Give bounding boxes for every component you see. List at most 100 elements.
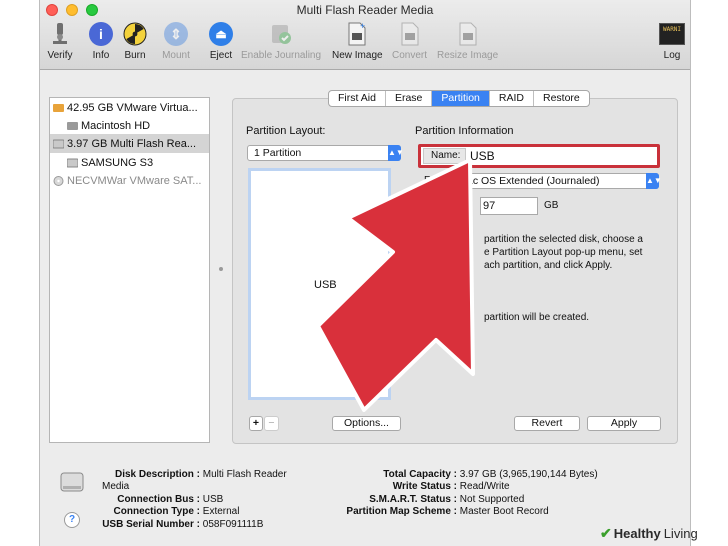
new-image-button[interactable]: + New Image	[332, 20, 383, 61]
name-field-label: Name:	[423, 148, 466, 164]
resize-image-button[interactable]: Resize Image	[437, 20, 498, 61]
resize-image-icon	[454, 20, 482, 48]
volume-icon	[67, 121, 78, 130]
chevron-updown-icon: ▲▼	[388, 145, 404, 161]
tab-first-aid[interactable]: First Aid	[329, 91, 386, 106]
healthy-living-logo: ✔ Healthy Living	[600, 525, 698, 542]
svg-text:+: +	[360, 21, 365, 31]
log-label: Log	[663, 50, 681, 61]
detail-key: Disk Description :	[114, 469, 200, 480]
name-field[interactable]: Name: USB	[418, 144, 660, 168]
revert-button[interactable]: Revert	[514, 416, 580, 431]
disk-item-flash-reader[interactable]: 3.97 GB Multi Flash Rea...	[50, 134, 209, 153]
detail-value: Read/Write	[459, 481, 510, 493]
detail-key: Write Status :	[392, 481, 457, 493]
partition-name-label: USB	[314, 279, 337, 291]
enable-journaling-button[interactable]: Enable Journaling	[241, 20, 321, 61]
info-button[interactable]: i Info	[87, 20, 115, 61]
detail-key: USB Serial Number :	[102, 518, 200, 530]
format-select[interactable]: ac OS Extended (Journaled) ▲▼	[460, 173, 662, 189]
volume-item-label: SAMSUNG S3	[81, 156, 154, 169]
verify-button[interactable]: Verify	[46, 20, 74, 61]
verify-label: Verify	[47, 50, 73, 61]
info-icon: i	[87, 20, 115, 48]
add-partition-button[interactable]: +	[249, 416, 263, 431]
disk-item-optical[interactable]: NECVMWar VMware SAT...	[50, 171, 209, 190]
partition-layout-heading: Partition Layout:	[246, 125, 326, 137]
eject-icon: ⏏	[207, 20, 235, 48]
new-image-label: New Image	[332, 50, 383, 61]
disk-utility-window: Multi Flash Reader Media Verify i Info B…	[39, 0, 691, 546]
detail-value: USB	[202, 493, 224, 505]
instruction-line: e Partition Layout pop-up menu, set	[484, 247, 643, 258]
burn-button[interactable]: Burn	[121, 20, 149, 61]
mount-icon: ⇕	[162, 20, 190, 48]
size-unit: GB	[544, 200, 559, 211]
tab-raid[interactable]: RAID	[490, 91, 534, 106]
partition-layout-select[interactable]: 1 Partition ▲▼	[247, 145, 404, 161]
size-field[interactable]: 97	[480, 197, 538, 215]
detail-value: External	[202, 506, 240, 518]
details-left-column: Disk Description : Multi Flash Reader Me…	[102, 469, 292, 531]
tab-partition[interactable]: Partition	[432, 91, 490, 106]
format-label: Format	[424, 175, 456, 186]
title-bar: Multi Flash Reader Media Verify i Info B…	[40, 0, 690, 70]
disk-item-label: 3.97 GB Multi Flash Rea...	[67, 137, 196, 150]
microscope-icon	[46, 20, 74, 48]
chevron-updown-icon: ▲▼	[646, 173, 662, 189]
details-right-column: Total Capacity : 3.97 GB (3,965,190,144 …	[336, 469, 636, 519]
detail-key: Total Capacity :	[383, 469, 457, 480]
format-value: ac OS Extended (Journaled)	[467, 175, 600, 187]
detail-value: Not Supported	[459, 493, 525, 505]
help-button[interactable]: ?	[64, 512, 80, 528]
drive-icon	[53, 103, 64, 112]
log-button[interactable]: WARNI Log	[658, 20, 686, 61]
partition-layout-value: 1 Partition	[254, 147, 302, 159]
tab-restore[interactable]: Restore	[534, 91, 589, 106]
convert-button[interactable]: Convert	[392, 20, 427, 61]
window-title: Multi Flash Reader Media	[296, 3, 434, 17]
detail-key: Connection Type :	[113, 506, 200, 518]
burn-label: Burn	[124, 50, 146, 61]
eject-button[interactable]: ⏏ Eject	[207, 20, 235, 61]
journaling-label: Enable Journaling	[241, 50, 322, 61]
info-label: Info	[92, 50, 110, 61]
convert-label: Convert	[392, 50, 428, 61]
external-drive-icon	[59, 469, 85, 495]
volume-item-samsung[interactable]: SAMSUNG S3	[50, 153, 209, 172]
partition-count-note: partition will be created.	[484, 312, 590, 323]
apply-button[interactable]: Apply	[587, 416, 661, 431]
checkmark-icon: ✔	[600, 525, 612, 541]
disk-list[interactable]: 42.95 GB VMware Virtua... Macintosh HD 3…	[49, 97, 210, 443]
detail-key: Partition Map Scheme :	[346, 506, 457, 518]
detail-value: Master Boot Record	[459, 506, 549, 518]
split-view-handle[interactable]	[219, 267, 223, 271]
eject-label: Eject	[209, 50, 233, 61]
detail-value: 3.97 GB (3,965,190,144 Bytes)	[459, 469, 598, 480]
mount-label: Mount	[162, 50, 190, 61]
tab-erase[interactable]: Erase	[386, 91, 433, 106]
optical-drive-icon	[53, 175, 64, 186]
name-field-value: USB	[470, 149, 495, 163]
mount-button[interactable]: ⇕ Mount	[162, 20, 190, 61]
partition-layout-map[interactable]: USB	[248, 168, 391, 400]
journaling-icon	[267, 20, 295, 48]
brand-healthy: Healthy	[613, 526, 661, 541]
drive-icon	[53, 139, 64, 148]
disk-item-vmware[interactable]: 42.95 GB VMware Virtua...	[50, 98, 209, 117]
detail-key: S.M.A.R.T. Status :	[369, 493, 457, 505]
log-icon: WARNI	[658, 20, 686, 48]
resize-image-label: Resize Image	[437, 50, 499, 61]
disk-details: ? Disk Description : Multi Flash Reader …	[40, 461, 690, 546]
instruction-line: ach partition, and click Apply.	[484, 260, 613, 271]
radiation-icon	[121, 20, 149, 48]
partition-information-heading: Partition Information	[415, 125, 514, 137]
detail-key: Connection Bus :	[117, 493, 200, 505]
volume-item-macintosh-hd[interactable]: Macintosh HD	[50, 116, 209, 135]
disk-item-label: 42.95 GB VMware Virtua...	[67, 101, 198, 114]
partition-instructions: partition the selected disk, choose a e …	[484, 233, 664, 324]
convert-icon	[396, 20, 424, 48]
remove-partition-button[interactable]: −	[264, 416, 279, 431]
tab-bar: First Aid Erase Partition RAID Restore	[328, 90, 590, 107]
options-button[interactable]: Options...	[332, 416, 401, 431]
